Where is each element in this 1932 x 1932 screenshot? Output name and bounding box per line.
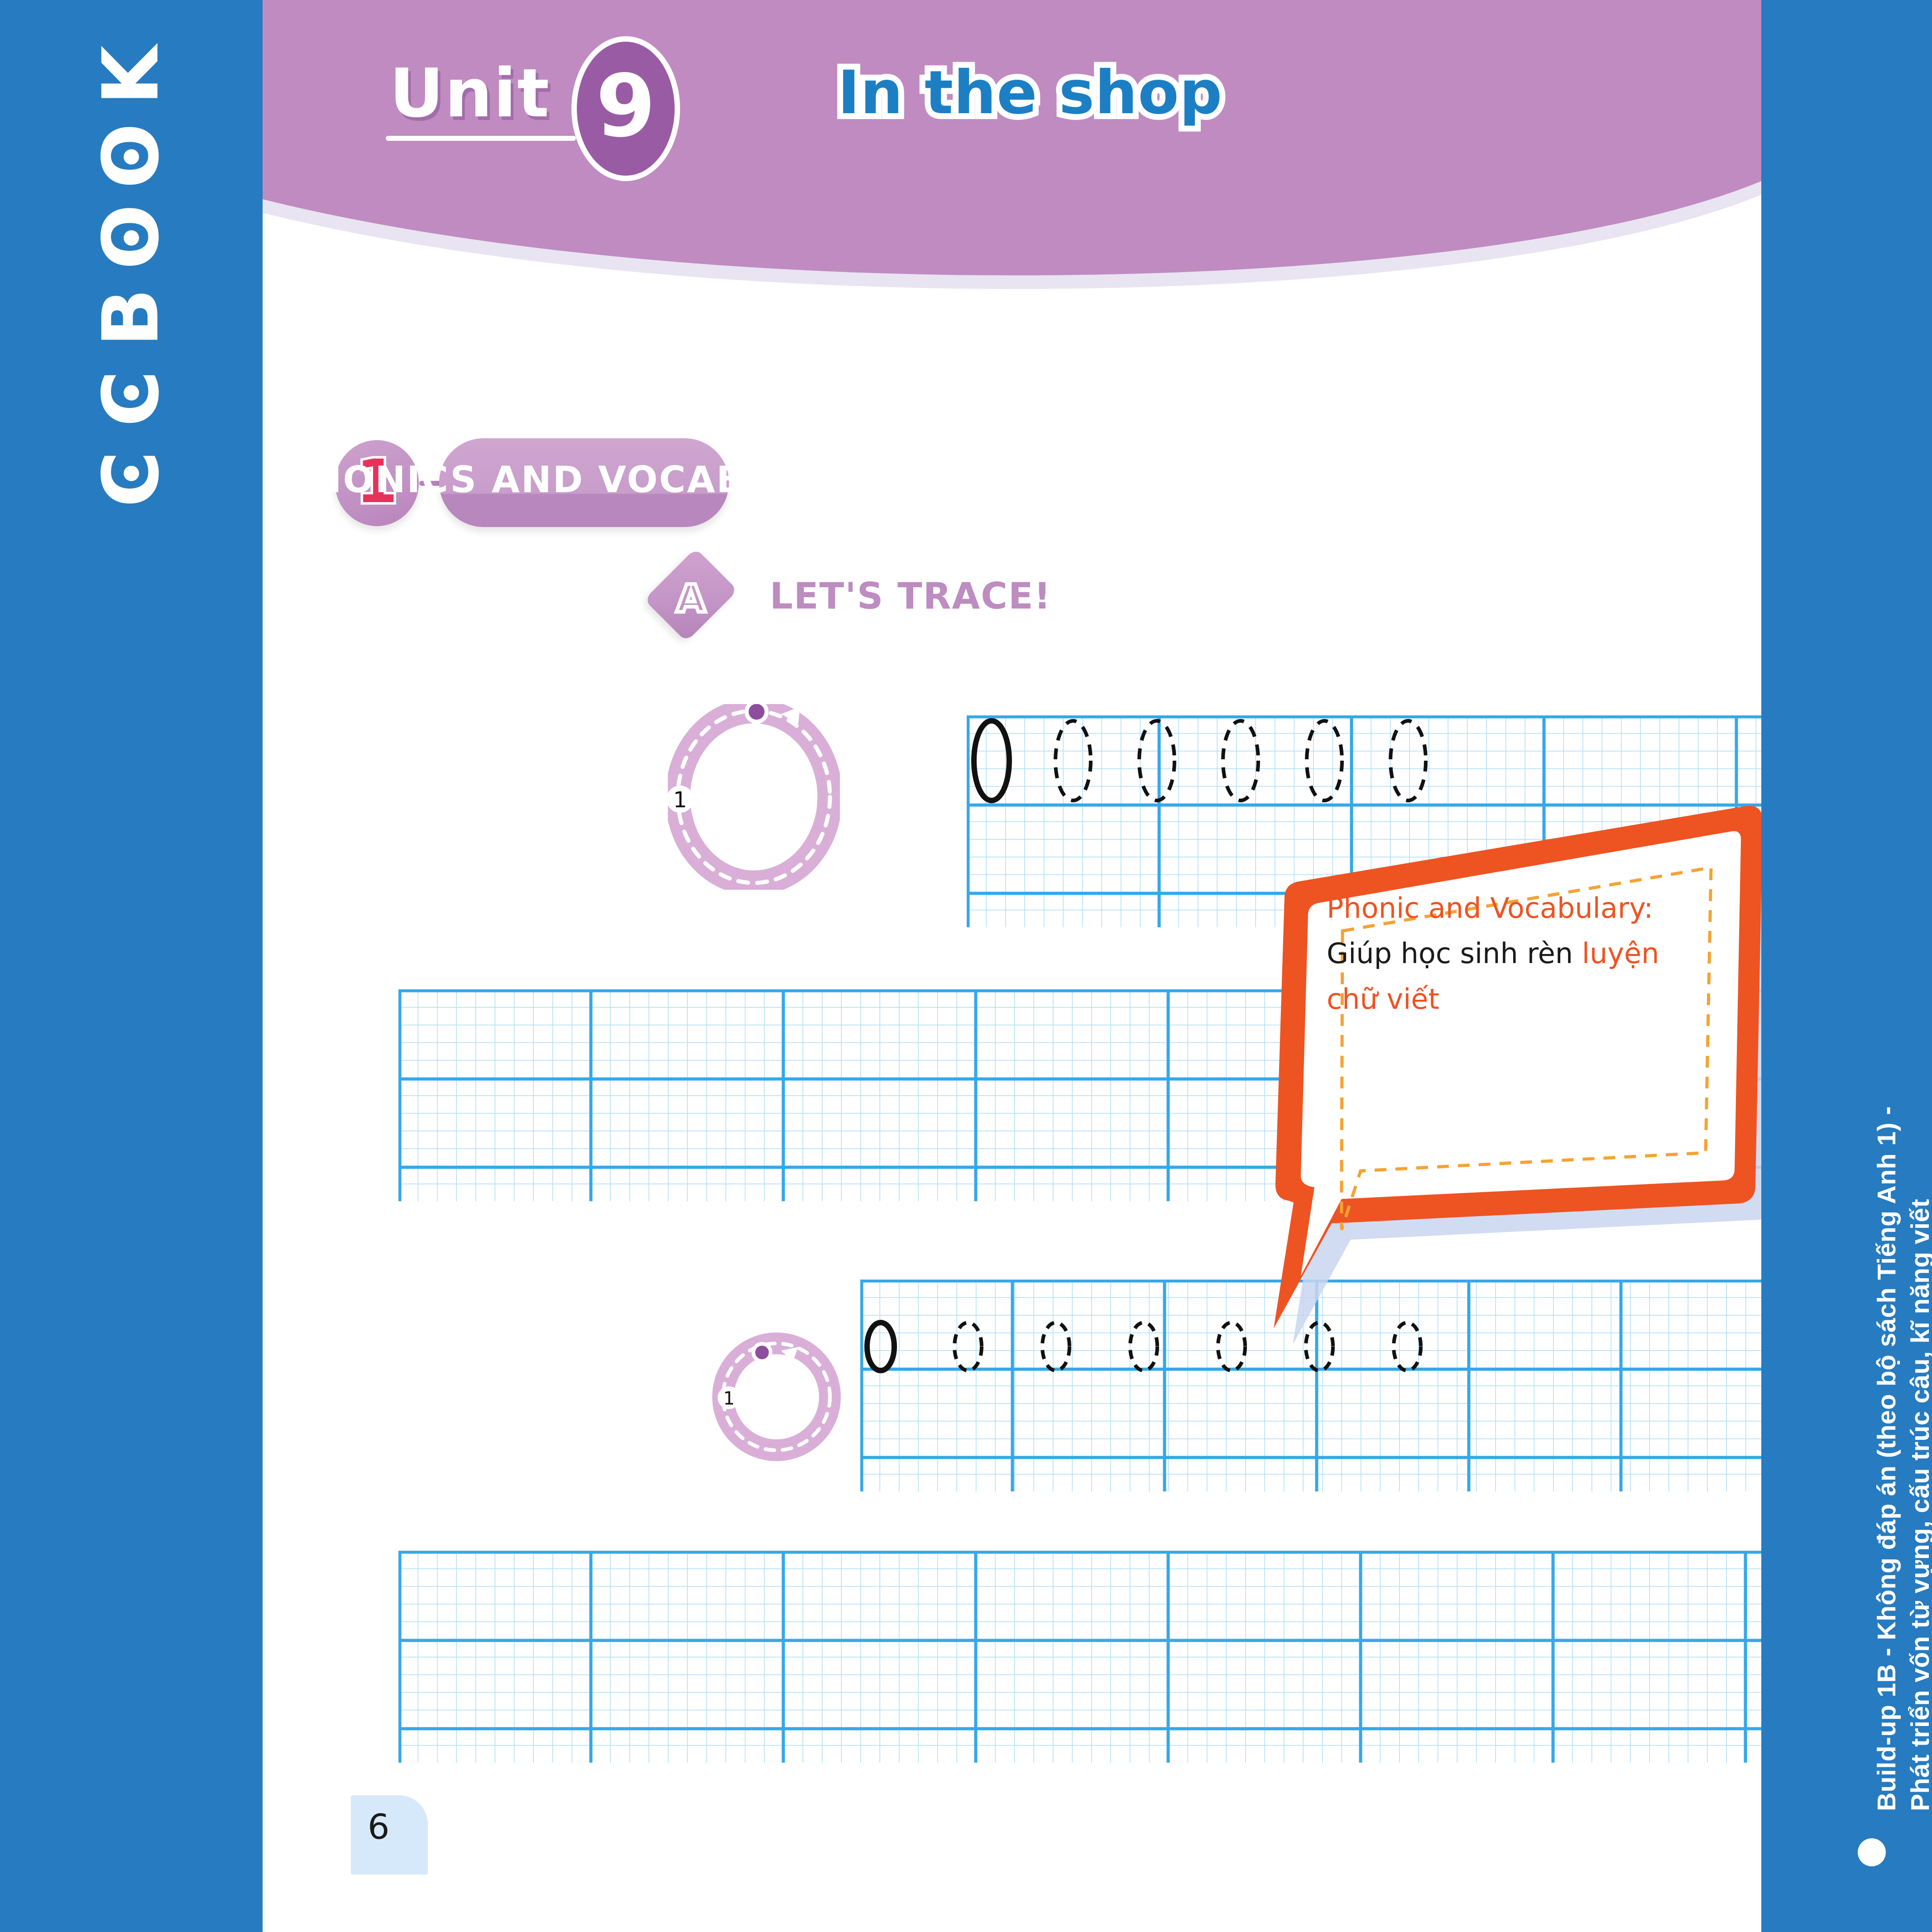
annotation-callout: Phonic and Vocabulary: Giúp học sinh rèn… <box>1266 795 1761 1345</box>
rail-line-description: Phát triển vốn từ vựng, cấu trúc câu, kĩ… <box>1906 1199 1932 1811</box>
header-curve-shape <box>263 0 1761 289</box>
page-number: 6 <box>368 1807 390 1847</box>
rail-bullet-icon <box>1858 1838 1886 1866</box>
page-title: In the shop <box>832 52 1228 134</box>
callout-text: Phonic and Vocabulary: Giúp học sinh rèn… <box>1327 886 1689 1022</box>
logo-letter-o-2: O <box>86 125 176 189</box>
unit-underline <box>386 136 576 141</box>
letter-a-icon: A <box>674 575 707 623</box>
logo-letter-c-2: C <box>86 372 176 427</box>
logo-letter-b: B <box>86 290 176 347</box>
rail-text-wrap: Build-up 1B - Không đáp án (theo bộ sách… <box>1761 0 1932 1932</box>
logo-letter-k: K <box>86 47 176 105</box>
unit-label: Unit <box>389 54 551 132</box>
stroke-order-number-1: 1 <box>723 1388 734 1409</box>
rail-line-series: Build-up 1B - Không đáp án (theo bộ sách… <box>1872 1106 1901 1811</box>
stroke-order-number-1: 1 <box>673 787 687 813</box>
ccbook-logo: K O O B C C <box>63 41 199 515</box>
callout-line-1: Phonic and Vocabulary: <box>1327 892 1654 925</box>
grid-panel-blank-2 <box>398 1551 1761 1764</box>
unit-number: 9 <box>595 56 656 156</box>
logo-letter-o-1: O <box>86 206 176 270</box>
unit-header: Unit 9 In the shop <box>263 0 1761 290</box>
callout-line-2: Giúp học sinh rèn luyện <box>1327 937 1659 970</box>
logo-letter-c-1: C <box>86 452 176 508</box>
brand-rail: K O O B C C <box>0 0 263 1932</box>
paper-sheet: Unit 9 In the shop 1 PHONICS AND VOCABUL… <box>263 0 1761 1932</box>
right-info-rail: Build-up 1B - Không đáp án (theo bộ sách… <box>1761 0 1932 1932</box>
section-title-pill: PHONICS AND VOCABULARY <box>283 438 883 527</box>
callout-line-3: chữ viết <box>1327 982 1439 1016</box>
stroke-guide-lowercase-o: 1 <box>709 1329 844 1467</box>
section-title: PHONICS AND VOCABULARY <box>283 458 885 501</box>
stroke-guide-uppercase-o: 1 <box>665 698 843 896</box>
subsection-title: LET'S TRACE! <box>770 575 1052 617</box>
callout-bubble-shape <box>1274 805 1761 1345</box>
workbook-page: K O O B C C Build-up 1B - Không đáp án (… <box>0 0 1932 1932</box>
unit-number-badge: 9 <box>571 36 680 181</box>
